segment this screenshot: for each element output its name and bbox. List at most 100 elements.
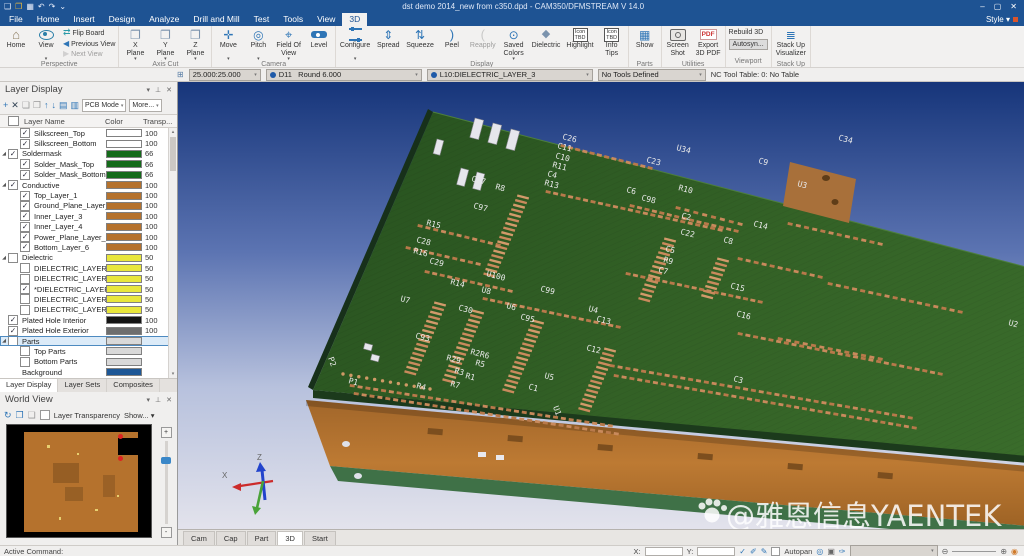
layer-row-parts[interactable]: ◢Parts bbox=[0, 336, 169, 346]
zoom-out-icon[interactable]: ⊖ bbox=[942, 547, 949, 556]
layer-row-ground-plane-layer-2[interactable]: ✓Ground_Plane_Layer_2100 bbox=[0, 201, 169, 211]
show-options-combo[interactable]: Show... ▾ bbox=[124, 411, 154, 420]
layer-row-inner-layer-3[interactable]: ✓Inner_Layer_3100 bbox=[0, 211, 169, 221]
layer-visibility-checkbox[interactable] bbox=[20, 357, 30, 367]
edit-point-icon[interactable]: ✎ bbox=[761, 547, 768, 556]
layer-row-plated-hole-interior[interactable]: ✓Plated Hole Interior100 bbox=[0, 315, 169, 325]
layer-color-swatch[interactable] bbox=[106, 150, 142, 158]
pick-point-icon[interactable]: ✐ bbox=[750, 547, 757, 556]
highlight-status-icon[interactable]: ✑ bbox=[839, 547, 846, 556]
grid-settings-icon[interactable]: ⊞ bbox=[177, 70, 184, 79]
view-tab-cam[interactable]: Cam bbox=[183, 531, 215, 545]
close-panel-icon[interactable]: ✕ bbox=[166, 396, 172, 404]
layer-row-dielectric-layer-2[interactable]: DIELECTRIC_LAYER_250 bbox=[0, 273, 169, 283]
layer-row-dielectric-layer-4[interactable]: DIELECTRIC_LAYER_450 bbox=[0, 294, 169, 304]
autosyn-button[interactable]: Autosyn... bbox=[729, 39, 768, 50]
layer-visibility-checkbox[interactable]: ✓ bbox=[8, 326, 18, 336]
zoom-in-icon[interactable]: ⊕ bbox=[1000, 547, 1007, 556]
layer-visibility-checkbox[interactable]: ✓ bbox=[8, 180, 18, 190]
zoom-rail[interactable] bbox=[165, 441, 168, 524]
tab-analyze[interactable]: Analyze bbox=[142, 13, 186, 26]
grid-spacing-combo[interactable]: 25.000:25.000▾ bbox=[189, 69, 261, 81]
new-file-icon[interactable]: ❑ bbox=[4, 0, 11, 13]
dcode-combo[interactable]: D11 Round 6.000▾ bbox=[266, 69, 422, 81]
layer-color-swatch[interactable] bbox=[106, 347, 142, 355]
layer-row-silkscreen-bottom[interactable]: ✓Silkscreen_Bottom100 bbox=[0, 138, 169, 148]
panel-menu-icon[interactable]: ▾ bbox=[147, 396, 151, 404]
world-view-thumbnail[interactable] bbox=[6, 424, 152, 538]
record-icon[interactable]: ◉ bbox=[1011, 547, 1018, 556]
pitch-button[interactable]: ◎Pitch ▾ bbox=[243, 26, 273, 61]
home-button[interactable]: ⌂Home bbox=[1, 26, 31, 61]
layer-row-soldermask[interactable]: ◢✓Soldermask66 bbox=[0, 149, 169, 159]
highlight-button[interactable]: IconTBDHighlight bbox=[563, 26, 596, 61]
minimize-button[interactable]: – bbox=[980, 2, 984, 11]
layer-row-bottom-parts[interactable]: Bottom Parts bbox=[0, 357, 169, 367]
dielectric-button[interactable]: ◆Dielectric bbox=[529, 26, 564, 61]
layer-mode-combo[interactable]: PCB Mode▾ bbox=[82, 99, 126, 112]
layer-visibility-checkbox[interactable]: ✓ bbox=[20, 284, 30, 294]
screen-shot-button[interactable]: ScreenShot bbox=[663, 26, 693, 61]
move-layer-up-icon[interactable]: ↑ bbox=[44, 101, 49, 110]
panel-tab-layer-display[interactable]: Layer Display bbox=[0, 379, 58, 392]
move-button[interactable]: ✛Move ▾ bbox=[213, 26, 243, 61]
layer-color-swatch[interactable] bbox=[106, 368, 142, 376]
layer-row-plated-hole-exterior[interactable]: ✓Plated Hole Exterior100 bbox=[0, 325, 169, 335]
tab-test[interactable]: Test bbox=[247, 13, 277, 26]
view-button[interactable]: View ▾ bbox=[31, 26, 61, 61]
layer-visibility-checkbox[interactable]: ✓ bbox=[20, 211, 30, 221]
layer-visibility-checkbox[interactable]: ✓ bbox=[20, 222, 30, 232]
close-button[interactable]: ✕ bbox=[1010, 2, 1017, 11]
zoom-in-button[interactable]: + bbox=[161, 427, 172, 438]
style-button[interactable]: Style ▾ bbox=[986, 15, 1010, 24]
panel-tab-composites[interactable]: Composites bbox=[107, 379, 160, 392]
view-tab-start[interactable]: Start bbox=[304, 531, 336, 545]
layer-visibility-checkbox[interactable]: ✓ bbox=[20, 139, 30, 149]
layer-color-swatch[interactable] bbox=[106, 264, 142, 272]
tab-home[interactable]: Home bbox=[30, 13, 67, 26]
layer-visibility-checkbox[interactable] bbox=[8, 336, 18, 346]
close-panel-icon[interactable]: ✕ bbox=[166, 86, 172, 94]
add-layer-icon[interactable]: + bbox=[3, 101, 8, 110]
layer-visibility-checkbox[interactable] bbox=[8, 253, 18, 263]
layer-color-swatch[interactable] bbox=[106, 295, 142, 303]
layer-color-swatch[interactable] bbox=[106, 316, 142, 324]
layer-color-swatch[interactable] bbox=[106, 140, 142, 148]
autopan-checkbox[interactable] bbox=[771, 547, 780, 556]
tools-combo[interactable]: No Tools Defined▾ bbox=[598, 69, 706, 81]
layer-color-swatch[interactable] bbox=[106, 275, 142, 283]
previous-view-button[interactable]: ◀Previous View bbox=[63, 40, 115, 49]
active-layer-combo[interactable]: L10:DIELECTRIC_LAYER_3▾ bbox=[427, 69, 593, 81]
maximize-button[interactable]: ▢ bbox=[994, 2, 1002, 11]
layer-color-swatch[interactable] bbox=[106, 160, 142, 168]
layer-visibility-checkbox[interactable]: ✓ bbox=[20, 242, 30, 252]
x-coordinate-input[interactable] bbox=[645, 547, 683, 556]
more-options-combo[interactable]: More...▾ bbox=[129, 99, 161, 112]
layer-visibility-checkbox[interactable] bbox=[20, 294, 30, 304]
export-3d-pdf-button[interactable]: PDFExport3D PDF bbox=[693, 26, 724, 61]
layer-row-inner-layer-4[interactable]: ✓Inner_Layer_4100 bbox=[0, 222, 169, 232]
zoom-slider[interactable] bbox=[952, 551, 996, 552]
panel-menu-icon[interactable]: ▾ bbox=[147, 86, 151, 94]
layer-visibility-checkbox[interactable]: ✓ bbox=[20, 170, 30, 180]
show-button[interactable]: ▦Show bbox=[630, 26, 660, 61]
layer-visibility-checkbox[interactable] bbox=[20, 346, 30, 356]
layer-row-top-parts[interactable]: Top Parts bbox=[0, 346, 169, 356]
layer-color-swatch[interactable] bbox=[106, 181, 142, 189]
tab-file[interactable]: File bbox=[2, 13, 30, 26]
layer-color-swatch[interactable] bbox=[106, 129, 142, 137]
layer-row-solder-mask-top[interactable]: ✓Solder_Mask_Top66 bbox=[0, 159, 169, 169]
layer-row-background[interactable]: Background bbox=[0, 367, 169, 377]
layer-visibility-checkbox[interactable]: ✓ bbox=[20, 232, 30, 242]
layer-row-dielectric-layer-3[interactable]: ✓*DIELECTRIC_LAYER_350 bbox=[0, 284, 169, 294]
next-view-button[interactable]: ▶Next View bbox=[63, 50, 115, 59]
squeeze-button[interactable]: ⇅Squeeze bbox=[403, 26, 437, 61]
view-tab-3d[interactable]: 3D bbox=[277, 531, 303, 545]
layer-color-swatch[interactable] bbox=[106, 223, 142, 231]
stack-up-visualizer-button[interactable]: ≣Stack UpVisualizer bbox=[773, 26, 809, 61]
tab-tools[interactable]: Tools bbox=[276, 13, 310, 26]
layer-color-swatch[interactable] bbox=[106, 192, 142, 200]
layer-color-swatch[interactable] bbox=[106, 358, 142, 366]
customize-qat-icon[interactable]: ⌄ bbox=[59, 0, 66, 13]
redo-icon[interactable]: ↷ bbox=[49, 0, 56, 13]
